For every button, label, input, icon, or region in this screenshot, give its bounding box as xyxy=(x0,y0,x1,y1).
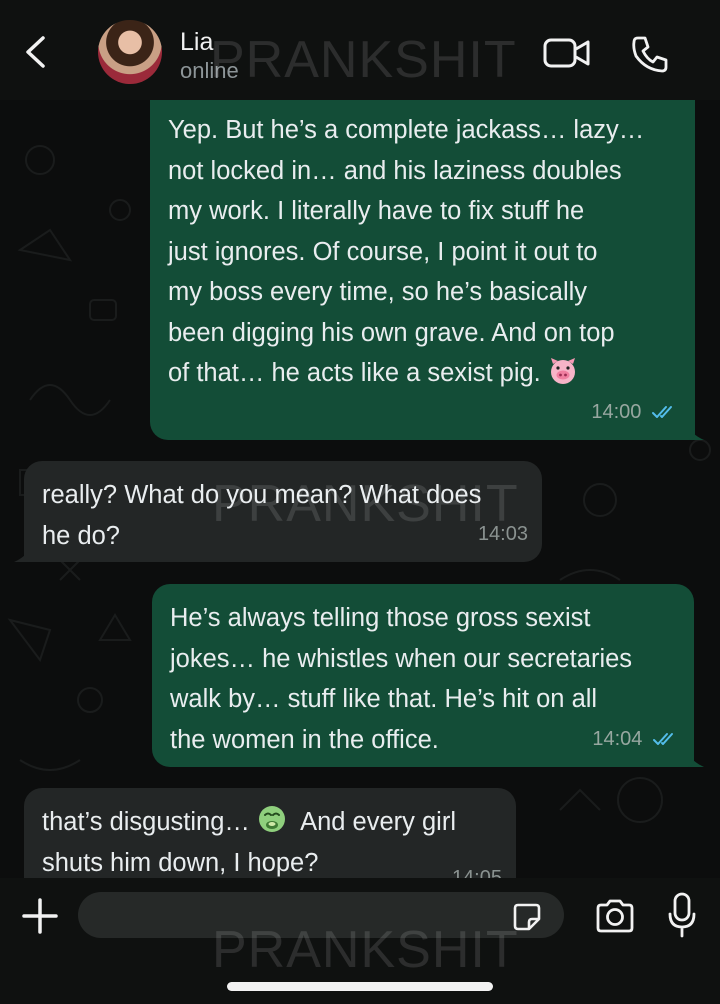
message-line-first: that’s disgusting… And every girl xyxy=(42,802,500,843)
message-outgoing[interactable]: Yep. But he’s a complete jackass… lazy… … xyxy=(150,96,695,440)
microphone-icon[interactable] xyxy=(668,892,696,938)
message-line: Yep. But he’s a complete jackass… lazy… xyxy=(168,116,645,144)
sticker-icon[interactable] xyxy=(512,902,542,932)
message-line: And every girl xyxy=(300,808,456,836)
nauseated-face-emoji-icon xyxy=(259,806,285,832)
message-line: he do? xyxy=(42,521,120,550)
message-line: not locked in… and his laziness doubles xyxy=(168,156,622,185)
back-chevron-icon[interactable] xyxy=(18,32,54,72)
chat-screen: Lia online PRANKSHIT PRANKSHIT PRANKSHIT… xyxy=(0,0,720,1004)
video-call-icon[interactable] xyxy=(543,36,591,70)
contact-avatar[interactable] xyxy=(98,20,162,84)
message-incoming[interactable]: really? What do you mean? What does he d… xyxy=(24,461,542,562)
voice-call-icon[interactable] xyxy=(630,34,670,74)
plus-icon[interactable] xyxy=(20,896,60,936)
read-receipt-icon xyxy=(653,733,673,746)
message-meta: 14:00 xyxy=(591,392,679,433)
read-receipt-icon xyxy=(652,406,672,419)
message-line: been digging his own grave. And on top xyxy=(168,318,615,347)
message-input[interactable] xyxy=(78,892,564,938)
pig-face-emoji-icon xyxy=(550,358,575,384)
message-line: He’s always telling those gross sexist xyxy=(170,604,591,632)
contact-name[interactable]: Lia xyxy=(180,28,213,57)
message-line: that’s disgusting… xyxy=(42,808,250,836)
message-line-last: of that… he acts like a sexist pig. xyxy=(168,353,679,394)
message-meta: 14:04 xyxy=(592,719,680,760)
message-time: 14:04 xyxy=(592,727,643,750)
contact-status: online xyxy=(180,58,239,83)
message-line: my work. I literally have to fix stuff h… xyxy=(168,197,585,225)
message-time: 14:03 xyxy=(477,522,528,545)
chat-header: Lia online xyxy=(0,0,720,100)
camera-icon[interactable] xyxy=(594,898,636,934)
message-line: walk by… stuff like that. He’s hit on al… xyxy=(170,685,598,713)
message-line: jokes… he whistles when our secretaries xyxy=(170,644,633,673)
message-line: my boss every time, so he’s basically xyxy=(168,278,588,306)
message-line: just ignores. Of course, I point it out … xyxy=(168,237,598,266)
message-time: 14:00 xyxy=(591,400,642,423)
message-line: of that… he acts like a sexist pig. xyxy=(168,359,541,387)
message-line: really? What do you mean? What does xyxy=(42,481,482,509)
message-outgoing[interactable]: He’s always telling those gross sexist j… xyxy=(152,584,694,767)
message-line: shuts him down, I hope? xyxy=(42,848,319,877)
home-indicator[interactable] xyxy=(227,982,493,991)
